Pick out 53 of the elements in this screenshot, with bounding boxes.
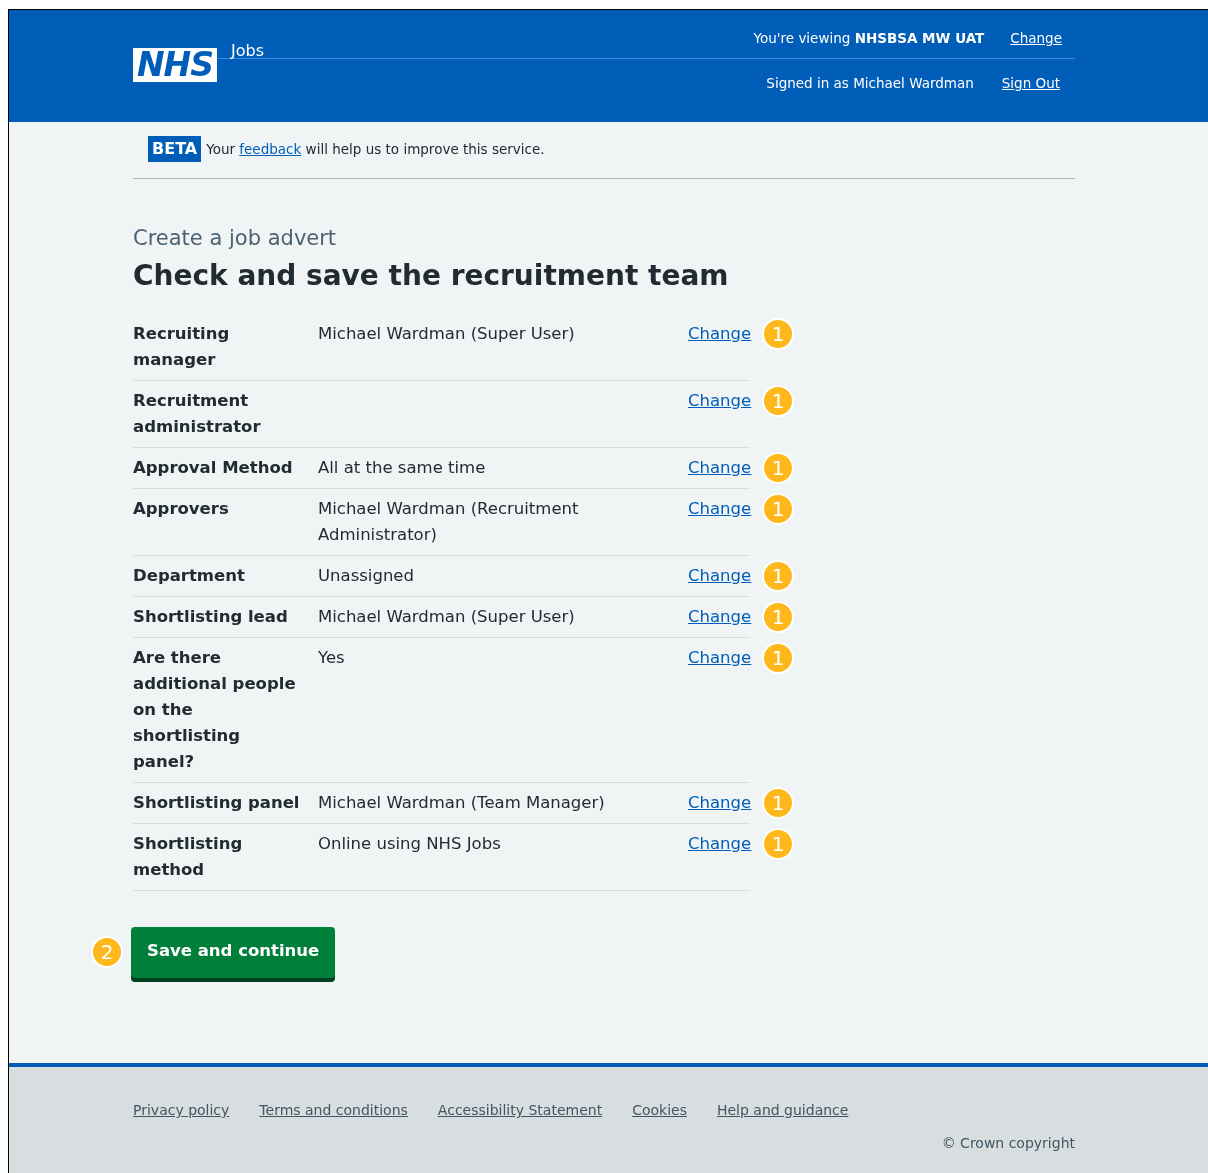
summary-key: Are there additional people on the shortlisting panel?: [133, 645, 318, 776]
summary-key: Department: [133, 563, 318, 590]
summary-key: Recruiting manager: [133, 321, 318, 374]
change-link[interactable]: Change: [688, 793, 752, 813]
step-marker: 1: [762, 560, 794, 593]
summary-value: Michael Wardman (Team Manager): [318, 792, 606, 815]
footer-link[interactable]: Privacy policy: [133, 1100, 230, 1121]
summary-value: Michael Wardman (Super User): [318, 323, 576, 346]
footer-link[interactable]: Terms and conditions: [259, 1100, 408, 1121]
sign-out-link[interactable]: Sign Out: [1001, 73, 1060, 94]
change-link[interactable]: Change: [688, 391, 752, 411]
summary-value: Michael Wardman (Recruitment Administrator): [318, 498, 580, 547]
footer-link[interactable]: Cookies: [632, 1100, 687, 1121]
change-link[interactable]: Change: [688, 648, 752, 668]
step-marker: 1: [762, 493, 794, 526]
change-link[interactable]: Change: [688, 499, 752, 519]
step-marker: 1: [762, 452, 794, 485]
change-link[interactable]: Change: [688, 458, 752, 478]
footer-link[interactable]: Help and guidance: [716, 1100, 849, 1121]
step-marker: 1: [762, 828, 794, 861]
summary-key: Recruitment administrator: [133, 388, 318, 441]
summary-value: Yes: [318, 647, 346, 670]
feedback-text: Your feedback will help us to improve this service.: [206, 139, 545, 159]
summary-key: Shortlisting lead: [133, 604, 318, 631]
step-marker: 1: [762, 385, 794, 418]
summary-value: Unassigned: [318, 565, 415, 588]
copyright-text: © Crown copyright: [941, 1135, 1075, 1151]
step-marker: 2: [91, 936, 123, 969]
page-caption: Create a job advert: [133, 225, 338, 252]
summary-key: Shortlisting method: [133, 831, 318, 884]
page-title: Check and save the recruitment team: [133, 258, 730, 293]
signed-in-text: Signed in as Michael Wardman: [766, 74, 974, 94]
change-link[interactable]: Change: [1010, 28, 1062, 49]
service-name: Jobs: [231, 41, 264, 61]
step-marker: 1: [762, 642, 794, 675]
change-link[interactable]: Change: [688, 834, 752, 854]
summary-key: Approval Method: [133, 455, 318, 482]
change-link[interactable]: Change: [688, 607, 752, 627]
step-marker: 1: [762, 601, 794, 634]
beta-tag: BETA: [148, 136, 202, 162]
summary-value: Michael Wardman (Super User): [318, 606, 576, 629]
summary-key: Shortlisting panel: [133, 790, 318, 817]
summary-value: All at the same time: [318, 457, 487, 480]
footer-link[interactable]: Accessibility Statement: [437, 1100, 603, 1121]
change-link[interactable]: Change: [688, 324, 752, 344]
step-marker: 1: [762, 318, 794, 351]
feedback-link[interactable]: feedback: [239, 140, 302, 157]
nhs-logo[interactable]: NHS: [133, 48, 217, 83]
summary-key: Approvers: [133, 496, 318, 549]
change-link[interactable]: Change: [688, 566, 752, 586]
summary-value: Online using NHS Jobs: [318, 833, 502, 856]
viewing-org-text: You're viewing NHSBSA MW UAT: [753, 29, 985, 48]
step-marker: 1: [762, 787, 794, 820]
